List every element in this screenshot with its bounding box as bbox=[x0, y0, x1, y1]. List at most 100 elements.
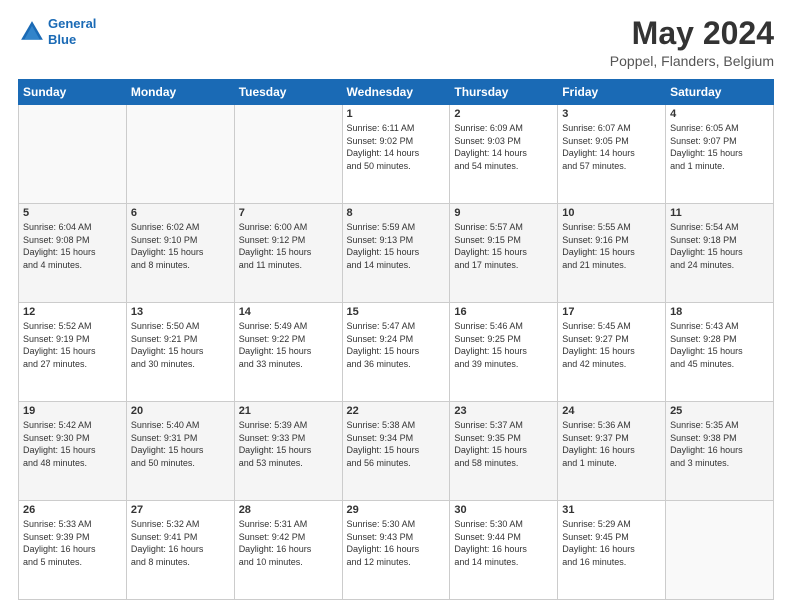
calendar-cell: 24Sunrise: 5:36 AM Sunset: 9:37 PM Dayli… bbox=[558, 402, 666, 501]
day-info: Sunrise: 6:07 AM Sunset: 9:05 PM Dayligh… bbox=[562, 122, 661, 172]
calendar-cell: 13 Sunrise: 5:50 AM Sunset: 9:21 PM Dayli… bbox=[126, 303, 234, 402]
day-info: Sunrise: 5:45 AM Sunset: 9:27 PM Dayligh… bbox=[562, 320, 661, 370]
day-info: Sunrise: 6:11 AM Sunset: 9:02 PM Dayligh… bbox=[347, 122, 446, 172]
page: General Blue May 2024 Poppel, Flanders, … bbox=[0, 0, 792, 612]
day-info: Sunrise: 5:43 AM Sunset: 9:28 PM Dayligh… bbox=[670, 320, 769, 370]
day-info: Sunrise: 5:32 AM Sunset: 9:41 PM Dayligh… bbox=[131, 518, 230, 568]
day-number: 9 bbox=[454, 207, 553, 219]
day-info: Sunrise: 5:39 AM Sunset: 9:33 PM Dayligh… bbox=[239, 419, 338, 469]
calendar-cell: 7 Sunrise: 6:00 AM Sunset: 9:12 PM Daylig… bbox=[234, 204, 342, 303]
day-number: 7 bbox=[239, 207, 338, 219]
header-row: SundayMondayTuesdayWednesdayThursdayFrid… bbox=[19, 80, 774, 105]
day-number: 16 bbox=[454, 306, 553, 318]
day-number: 13 bbox=[131, 306, 230, 318]
day-number: 1 bbox=[347, 108, 446, 120]
day-info: Sunrise: 5:40 AM Sunset: 9:31 PM Dayligh… bbox=[131, 419, 230, 469]
day-number: 19 bbox=[23, 405, 122, 417]
week-row-4: 19 Sunrise: 5:42 AM Sunset: 9:30 PM Dayli… bbox=[19, 402, 774, 501]
day-number: 25 bbox=[670, 405, 769, 417]
column-header-monday: Monday bbox=[126, 80, 234, 105]
day-number: 17 bbox=[562, 306, 661, 318]
calendar-cell: 29 Sunrise: 5:30 AM Sunset: 9:43 PM Dayli… bbox=[342, 501, 450, 600]
day-info: Sunrise: 5:31 AM Sunset: 9:42 PM Dayligh… bbox=[239, 518, 338, 568]
day-info: Sunrise: 5:30 AM Sunset: 9:43 PM Dayligh… bbox=[347, 518, 446, 568]
day-number: 30 bbox=[454, 504, 553, 516]
week-row-2: 5 Sunrise: 6:04 AM Sunset: 9:08 PM Daylig… bbox=[19, 204, 774, 303]
calendar-cell bbox=[126, 105, 234, 204]
day-number: 14 bbox=[239, 306, 338, 318]
day-info: Sunrise: 5:52 AM Sunset: 9:19 PM Dayligh… bbox=[23, 320, 122, 370]
day-info: Sunrise: 5:29 AM Sunset: 9:45 PM Dayligh… bbox=[562, 518, 661, 568]
calendar-cell bbox=[666, 501, 774, 600]
calendar-cell: 5 Sunrise: 6:04 AM Sunset: 9:08 PM Daylig… bbox=[19, 204, 127, 303]
day-info: Sunrise: 5:46 AM Sunset: 9:25 PM Dayligh… bbox=[454, 320, 553, 370]
column-header-thursday: Thursday bbox=[450, 80, 558, 105]
day-info: Sunrise: 5:36 AM Sunset: 9:37 PM Dayligh… bbox=[562, 419, 661, 469]
calendar-cell: 27 Sunrise: 5:32 AM Sunset: 9:41 PM Dayli… bbox=[126, 501, 234, 600]
calendar-cell bbox=[19, 105, 127, 204]
day-number: 26 bbox=[23, 504, 122, 516]
column-header-wednesday: Wednesday bbox=[342, 80, 450, 105]
day-info: Sunrise: 5:42 AM Sunset: 9:30 PM Dayligh… bbox=[23, 419, 122, 469]
calendar-cell: 16 Sunrise: 5:46 AM Sunset: 9:25 PM Dayli… bbox=[450, 303, 558, 402]
calendar-cell: 15Sunrise: 5:47 AM Sunset: 9:24 PM Dayli… bbox=[342, 303, 450, 402]
day-number: 4 bbox=[670, 108, 769, 120]
header: General Blue May 2024 Poppel, Flanders, … bbox=[18, 16, 774, 69]
main-title: May 2024 bbox=[610, 16, 774, 51]
calendar-cell: 14 Sunrise: 5:49 AM Sunset: 9:22 PM Dayli… bbox=[234, 303, 342, 402]
day-info: Sunrise: 5:30 AM Sunset: 9:44 PM Dayligh… bbox=[454, 518, 553, 568]
calendar-cell bbox=[234, 105, 342, 204]
logo-text: General Blue bbox=[48, 16, 96, 47]
calendar-cell: 12 Sunrise: 5:52 AM Sunset: 9:19 PM Dayli… bbox=[19, 303, 127, 402]
column-header-friday: Friday bbox=[558, 80, 666, 105]
calendar-cell: 19 Sunrise: 5:42 AM Sunset: 9:30 PM Dayli… bbox=[19, 402, 127, 501]
calendar-cell: 9 Sunrise: 5:57 AM Sunset: 9:15 PM Daylig… bbox=[450, 204, 558, 303]
day-info: Sunrise: 5:35 AM Sunset: 9:38 PM Dayligh… bbox=[670, 419, 769, 469]
calendar-cell: 6Sunrise: 6:02 AM Sunset: 9:10 PM Daylig… bbox=[126, 204, 234, 303]
title-area: May 2024 Poppel, Flanders, Belgium bbox=[610, 16, 774, 69]
day-info: Sunrise: 5:54 AM Sunset: 9:18 PM Dayligh… bbox=[670, 221, 769, 271]
logo-line2: Blue bbox=[48, 32, 76, 47]
calendar-cell: 10Sunrise: 5:55 AM Sunset: 9:16 PM Dayli… bbox=[558, 204, 666, 303]
day-number: 29 bbox=[347, 504, 446, 516]
day-info: Sunrise: 5:49 AM Sunset: 9:22 PM Dayligh… bbox=[239, 320, 338, 370]
day-number: 6 bbox=[131, 207, 230, 219]
day-info: Sunrise: 5:55 AM Sunset: 9:16 PM Dayligh… bbox=[562, 221, 661, 271]
day-info: Sunrise: 6:05 AM Sunset: 9:07 PM Dayligh… bbox=[670, 122, 769, 172]
column-header-sunday: Sunday bbox=[19, 80, 127, 105]
day-number: 5 bbox=[23, 207, 122, 219]
calendar-cell: 25 Sunrise: 5:35 AM Sunset: 9:38 PM Dayli… bbox=[666, 402, 774, 501]
day-number: 23 bbox=[454, 405, 553, 417]
calendar-cell: 23 Sunrise: 5:37 AM Sunset: 9:35 PM Dayli… bbox=[450, 402, 558, 501]
week-row-5: 26 Sunrise: 5:33 AM Sunset: 9:39 PM Dayli… bbox=[19, 501, 774, 600]
day-info: Sunrise: 5:50 AM Sunset: 9:21 PM Dayligh… bbox=[131, 320, 230, 370]
calendar-cell: 28 Sunrise: 5:31 AM Sunset: 9:42 PM Dayli… bbox=[234, 501, 342, 600]
calendar-cell: 30 Sunrise: 5:30 AM Sunset: 9:44 PM Dayli… bbox=[450, 501, 558, 600]
day-number: 28 bbox=[239, 504, 338, 516]
calendar-cell: 11Sunrise: 5:54 AM Sunset: 9:18 PM Dayli… bbox=[666, 204, 774, 303]
day-number: 21 bbox=[239, 405, 338, 417]
logo-icon bbox=[18, 18, 46, 46]
calendar-cell: 18Sunrise: 5:43 AM Sunset: 9:28 PM Dayli… bbox=[666, 303, 774, 402]
subtitle: Poppel, Flanders, Belgium bbox=[610, 53, 774, 69]
day-number: 15 bbox=[347, 306, 446, 318]
calendar-cell: 4 Sunrise: 6:05 AM Sunset: 9:07 PM Daylig… bbox=[666, 105, 774, 204]
day-info: Sunrise: 5:37 AM Sunset: 9:35 PM Dayligh… bbox=[454, 419, 553, 469]
day-number: 27 bbox=[131, 504, 230, 516]
calendar-cell: 26 Sunrise: 5:33 AM Sunset: 9:39 PM Dayli… bbox=[19, 501, 127, 600]
calendar-cell: 8Sunrise: 5:59 AM Sunset: 9:13 PM Daylig… bbox=[342, 204, 450, 303]
day-info: Sunrise: 6:00 AM Sunset: 9:12 PM Dayligh… bbox=[239, 221, 338, 271]
day-number: 22 bbox=[347, 405, 446, 417]
calendar-table: SundayMondayTuesdayWednesdayThursdayFrid… bbox=[18, 79, 774, 600]
logo-line1: General bbox=[48, 16, 96, 31]
calendar-cell: 2Sunrise: 6:09 AM Sunset: 9:03 PM Daylig… bbox=[450, 105, 558, 204]
day-number: 2 bbox=[454, 108, 553, 120]
day-info: Sunrise: 5:33 AM Sunset: 9:39 PM Dayligh… bbox=[23, 518, 122, 568]
column-header-tuesday: Tuesday bbox=[234, 80, 342, 105]
day-number: 31 bbox=[562, 504, 661, 516]
calendar-body: 1 Sunrise: 6:11 AM Sunset: 9:02 PM Daylig… bbox=[19, 105, 774, 600]
calendar-header: SundayMondayTuesdayWednesdayThursdayFrid… bbox=[19, 80, 774, 105]
day-info: Sunrise: 6:04 AM Sunset: 9:08 PM Dayligh… bbox=[23, 221, 122, 271]
day-info: Sunrise: 5:57 AM Sunset: 9:15 PM Dayligh… bbox=[454, 221, 553, 271]
day-number: 12 bbox=[23, 306, 122, 318]
